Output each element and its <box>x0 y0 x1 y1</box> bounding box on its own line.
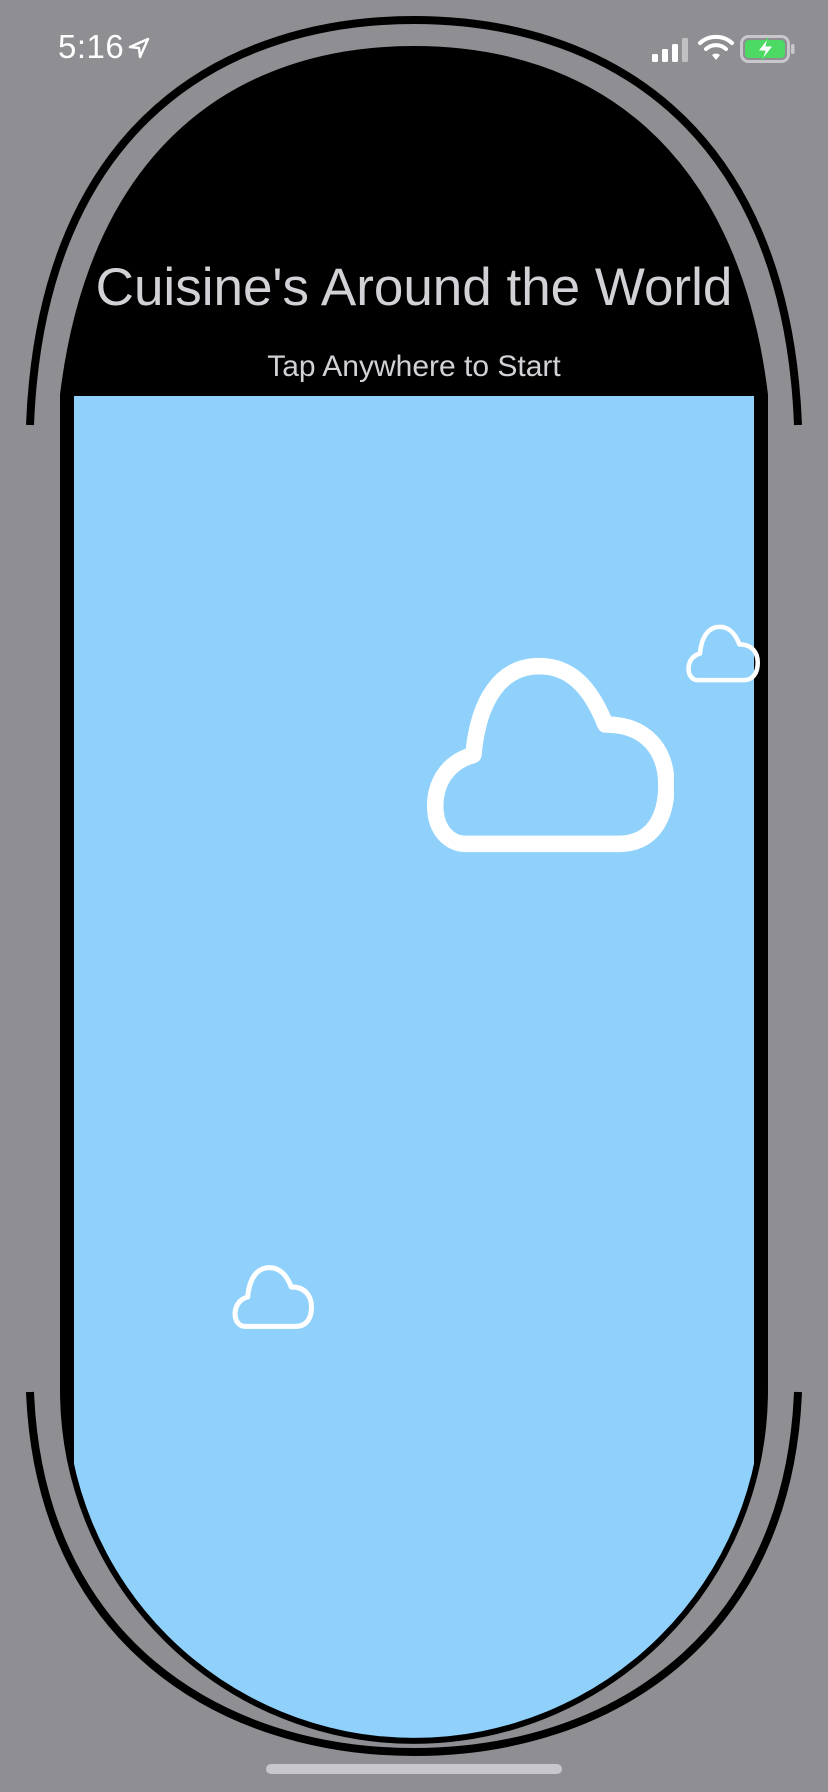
cloud-icon-small-bottom-left <box>232 1265 314 1329</box>
tap-to-start-label[interactable]: Tap Anywhere to Start <box>0 349 828 385</box>
cellular-signal-icon <box>652 38 688 62</box>
status-bar: 5:16 <box>0 0 828 100</box>
start-screen[interactable]: 5:16 Cuisine's Around the World Tap Anyw… <box>0 0 828 1792</box>
status-time: 5:16 <box>58 28 125 65</box>
home-indicator[interactable] <box>266 1764 562 1774</box>
sky-area <box>74 396 754 1738</box>
wifi-icon <box>698 34 734 60</box>
cloud-icon-large <box>426 657 674 853</box>
battery-charging-icon <box>740 35 795 63</box>
location-arrow-icon <box>128 37 150 59</box>
page-title: Cuisine's Around the World <box>95 258 733 317</box>
cloud-icon-small-top-right <box>686 624 760 683</box>
